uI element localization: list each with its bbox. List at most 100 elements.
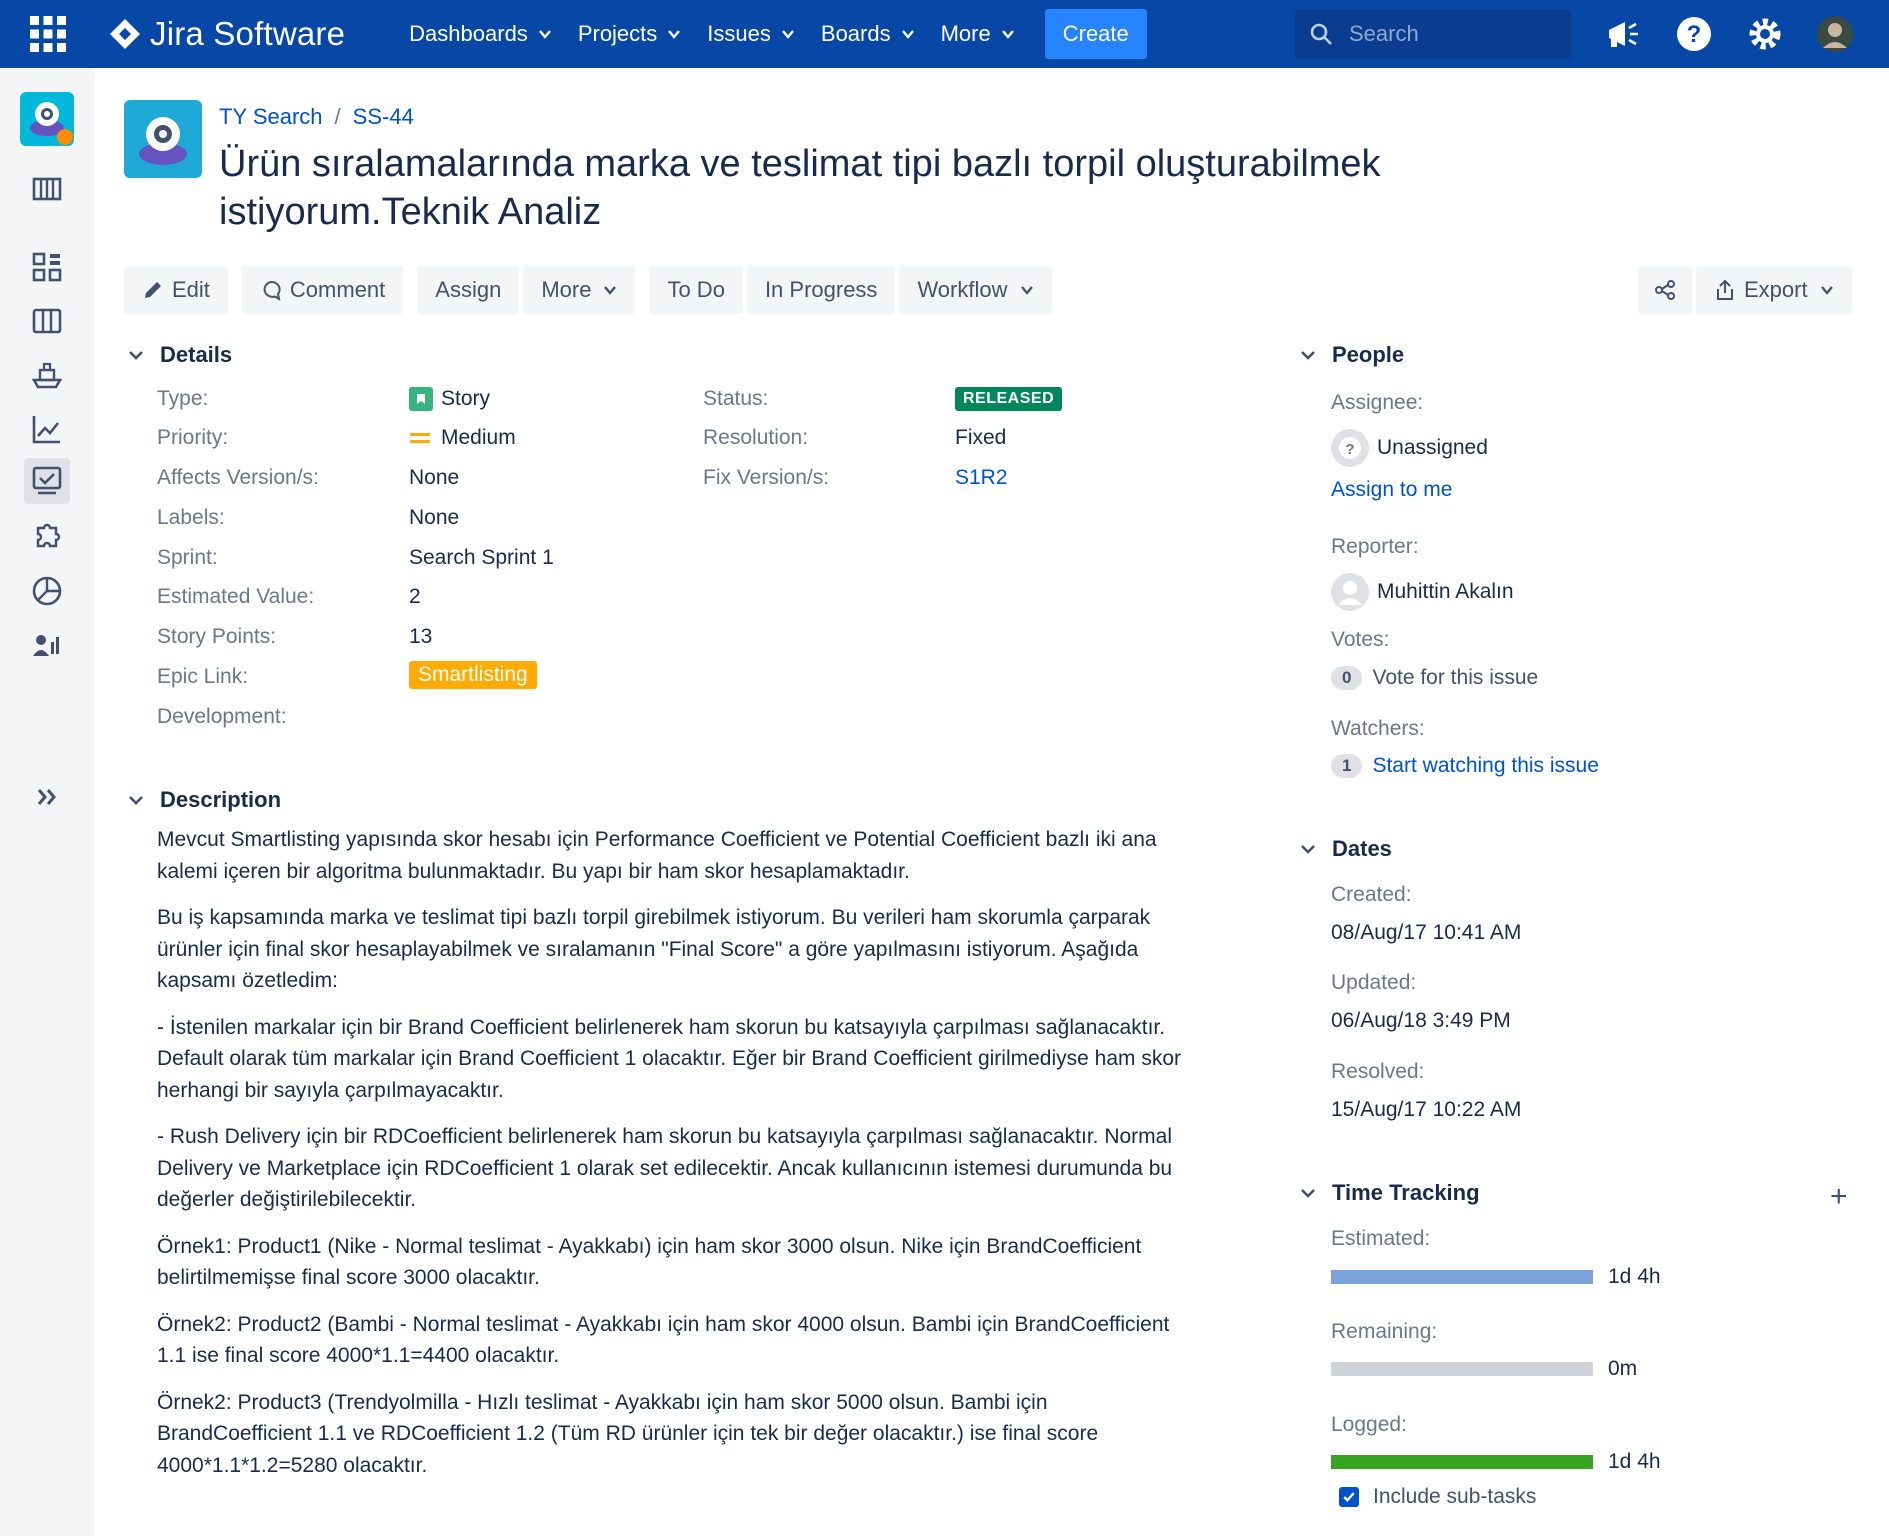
nav-projects[interactable]: Projects bbox=[578, 10, 681, 58]
expand-sidebar-icon[interactable] bbox=[24, 774, 70, 820]
board-icon[interactable] bbox=[24, 298, 70, 344]
app-switcher-icon[interactable] bbox=[14, 0, 82, 68]
estimated-bar-fill bbox=[1331, 1270, 1593, 1284]
active-sprints-icon[interactable] bbox=[24, 244, 70, 290]
votes-label: Votes: bbox=[1331, 628, 1390, 651]
share-button[interactable] bbox=[1638, 266, 1692, 314]
add-time-button[interactable]: + bbox=[1830, 1180, 1848, 1214]
details-section-toggle[interactable]: Details bbox=[128, 342, 232, 368]
create-button[interactable]: Create bbox=[1044, 9, 1147, 59]
description-paragraph: Örnek1: Product1 (Nike - Normal teslimat… bbox=[157, 1234, 1142, 1290]
workflow-button[interactable]: Workflow bbox=[899, 266, 1052, 314]
updated-value: 06/Aug/18 3:49 PM bbox=[1331, 1009, 1511, 1032]
jira-logo[interactable]: Jira Software bbox=[108, 15, 345, 53]
edit-label: Edit bbox=[172, 277, 210, 302]
description-section-toggle[interactable]: Description bbox=[128, 787, 281, 813]
issue-title[interactable]: Ürün sıralamalarında marka ve teslimat t… bbox=[219, 140, 1519, 236]
issue-toolbar-right: Export bbox=[1638, 266, 1856, 314]
description-paragraph: Mevcut Smartlisting yapısında skor hesab… bbox=[157, 828, 1157, 883]
include-subtasks-option[interactable]: Include sub-tasks bbox=[1339, 1485, 1536, 1509]
brand-name: Jira Software bbox=[150, 15, 346, 52]
sprint-label: Sprint: bbox=[157, 546, 218, 569]
notifications-megaphone-icon[interactable] bbox=[1603, 14, 1643, 54]
assign-to-me-link[interactable]: Assign to me bbox=[1331, 478, 1452, 502]
issue-toolbar: Edit Comment Assign More To Do In Progre… bbox=[124, 266, 1056, 314]
reporter-label: Reporter: bbox=[1331, 535, 1419, 558]
breadcrumb-separator: / bbox=[334, 104, 341, 129]
nav-issues[interactable]: Issues bbox=[707, 10, 795, 58]
logged-value: 1d 4h bbox=[1608, 1450, 1661, 1473]
development-label: Development: bbox=[157, 705, 287, 728]
top-navigation-bar: Jira Software Dashboards Projects Issues… bbox=[0, 0, 1889, 68]
assign-button[interactable]: Assign bbox=[417, 266, 520, 314]
export-icon bbox=[1717, 279, 1733, 300]
watchers-label: Watchers: bbox=[1331, 717, 1425, 740]
type-label: Type: bbox=[157, 387, 209, 410]
resolution-value: Fixed bbox=[955, 426, 1007, 449]
to-do-button[interactable]: To Do bbox=[649, 266, 743, 314]
created-label: Created: bbox=[1331, 883, 1412, 906]
description-body[interactable]: Mevcut Smartlisting yapısında skor hesab… bbox=[157, 824, 1187, 1496]
project-avatar-large bbox=[124, 100, 202, 178]
nav-more[interactable]: More bbox=[941, 10, 1015, 58]
settings-gear-icon[interactable] bbox=[1745, 14, 1785, 54]
description-paragraph: - Rush Delivery için bir RDCoefficient b… bbox=[157, 1125, 1173, 1211]
add-ons-puzzle-icon[interactable] bbox=[24, 514, 70, 560]
project-avatar[interactable] bbox=[20, 92, 74, 146]
export-label: Export bbox=[1744, 277, 1808, 302]
epic-link-value[interactable]: Smartlisting bbox=[409, 661, 537, 689]
comment-button[interactable]: Comment bbox=[241, 266, 404, 314]
chevron-down-icon bbox=[129, 351, 143, 360]
comment-icon bbox=[263, 281, 281, 301]
chevron-down-icon bbox=[538, 30, 551, 39]
fix-version-link[interactable]: S1R2 bbox=[955, 466, 1008, 490]
pencil-icon bbox=[145, 282, 161, 298]
jira-diamond-icon bbox=[110, 19, 140, 49]
breadcrumb-project-link[interactable]: TY Search bbox=[219, 104, 323, 130]
export-button[interactable]: Export bbox=[1696, 266, 1852, 314]
help-icon[interactable]: ? bbox=[1674, 14, 1714, 54]
issues-icon[interactable] bbox=[24, 458, 70, 504]
description-paragraph: Örnek2: Product3 (Trendyolmilla - Hızlı … bbox=[157, 1390, 1099, 1477]
estimated-bar bbox=[1331, 1270, 1593, 1284]
pie-chart-icon[interactable] bbox=[24, 568, 70, 614]
reporter-text: Muhittin Akalın bbox=[1377, 580, 1514, 603]
estimated-label: Estimated: bbox=[1331, 1227, 1431, 1250]
releases-ship-icon[interactable] bbox=[24, 352, 70, 398]
nav-projects-label: Projects bbox=[577, 21, 658, 46]
chevron-down-icon bbox=[901, 30, 914, 39]
time-tracking-section-toggle[interactable]: Time Tracking bbox=[1300, 1180, 1480, 1206]
start-watching-link[interactable]: Start watching this issue bbox=[1372, 754, 1598, 778]
nav-dashboards[interactable]: Dashboards bbox=[409, 10, 552, 58]
nav-boards[interactable]: Boards bbox=[821, 10, 915, 58]
unassigned-avatar-icon: ? bbox=[1331, 429, 1369, 467]
nav-dashboards-label: Dashboards bbox=[409, 21, 528, 46]
status-lozenge: RELEASED bbox=[955, 387, 1063, 411]
project-sidebar bbox=[0, 68, 94, 1536]
search-input[interactable]: Search bbox=[1295, 9, 1571, 59]
include-subtasks-checkbox[interactable] bbox=[1339, 1487, 1359, 1507]
in-progress-button[interactable]: In Progress bbox=[746, 266, 896, 314]
reports-icon[interactable] bbox=[24, 406, 70, 452]
description-heading: Description bbox=[160, 787, 282, 812]
edit-button[interactable]: Edit bbox=[124, 266, 228, 314]
chevron-down-icon bbox=[604, 286, 617, 295]
backlog-icon[interactable] bbox=[24, 166, 70, 212]
chevron-down-icon bbox=[1301, 351, 1315, 360]
more-actions-button[interactable]: More bbox=[523, 266, 636, 314]
story-icon bbox=[409, 387, 433, 411]
team-reports-icon[interactable] bbox=[24, 622, 70, 668]
epic-lozenge[interactable]: Smartlisting bbox=[409, 661, 537, 689]
affects-version-value: None bbox=[409, 466, 460, 489]
search-icon bbox=[1310, 23, 1332, 45]
user-avatar[interactable] bbox=[1815, 14, 1855, 54]
chevron-down-icon bbox=[781, 30, 794, 39]
labels-label: Labels: bbox=[157, 506, 225, 529]
dates-section-toggle[interactable]: Dates bbox=[1300, 836, 1392, 862]
breadcrumb-issue-key-link[interactable]: SS-44 bbox=[353, 104, 414, 130]
remaining-value: 0m bbox=[1608, 1357, 1638, 1380]
people-section-toggle[interactable]: People bbox=[1300, 342, 1404, 368]
story-points-label: Story Points: bbox=[157, 625, 277, 648]
chevron-down-icon bbox=[1001, 30, 1014, 39]
votes-count-badge: 0 bbox=[1331, 666, 1363, 690]
